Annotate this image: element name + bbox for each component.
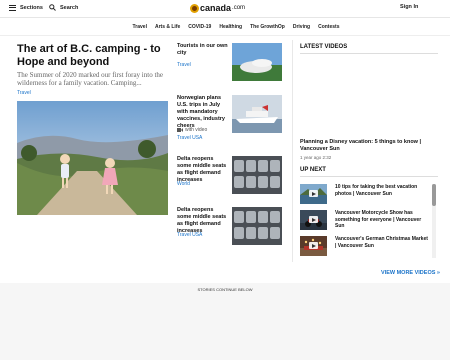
menu-icon: [9, 4, 16, 12]
sections-label: Sections: [20, 4, 43, 11]
search-label: Search: [60, 4, 79, 11]
hero-description: The Summer of 2020 marked our first fora…: [17, 71, 163, 87]
nav-item-covid-19[interactable]: COVID-19: [188, 24, 211, 30]
story-title[interactable]: Delta reopens some middle seats as fligh…: [177, 207, 229, 235]
story-thumbnail[interactable]: [232, 156, 282, 194]
video-label: with video: [185, 127, 208, 133]
logo-icon: [190, 3, 199, 13]
story-item[interactable]: Delta reopens some middle seats as fligh…: [177, 156, 287, 196]
featured-video-meta: 1 year ago 2:32: [300, 155, 332, 160]
search-icon: [49, 4, 56, 11]
up-next-item[interactable]: 10 tips for taking the best vacation pho…: [300, 184, 434, 206]
story-category-link[interactable]: World: [177, 181, 190, 187]
story-title[interactable]: Norwegian plans U.S. trips in July with …: [177, 95, 229, 130]
thumb-airplane-seats-photo: [232, 207, 282, 245]
up-next-item[interactable]: Vancouver Motorcycle Show has something …: [300, 210, 434, 232]
featured-video-title[interactable]: Planning a Disney vacation: 5 things to …: [300, 139, 438, 153]
search-button[interactable]: Search: [49, 4, 78, 11]
section-rule: [300, 53, 438, 54]
column-divider: [292, 40, 293, 262]
story-item[interactable]: Norwegian plans U.S. trips in July with …: [177, 95, 287, 145]
nav-item-contests[interactable]: Contests: [318, 24, 339, 30]
story-item[interactable]: Tourists in our own city Travel: [177, 43, 287, 83]
up-next-item[interactable]: Vancouver's German Christmas Market | Va…: [300, 236, 434, 258]
up-next-thumbnail[interactable]: [300, 210, 327, 230]
logo-domain: .com: [232, 5, 246, 11]
up-next-title[interactable]: 10 tips for taking the best vacation pho…: [335, 184, 430, 197]
hero-title[interactable]: The art of B.C. camping - to Hope and be…: [17, 43, 169, 69]
logo-text: canada: [200, 3, 232, 13]
up-next-thumbnail[interactable]: [300, 184, 327, 204]
story-title[interactable]: Delta reopens some middle seats as fligh…: [177, 156, 229, 184]
story-thumbnail[interactable]: [232, 207, 282, 245]
site-logo[interactable]: canada .com: [190, 3, 245, 13]
nav-item-arts-life[interactable]: Arts & Life: [155, 24, 180, 30]
video-camera-icon: [177, 128, 183, 132]
up-next-thumbnail[interactable]: [300, 236, 327, 256]
sign-in-button[interactable]: Sign In: [400, 4, 418, 10]
category-nav: Travel Arts & Life COVID-19 Healthing Th…: [0, 18, 450, 36]
story-title[interactable]: Tourists in our own city: [177, 43, 229, 57]
story-thumbnail[interactable]: [232, 95, 282, 133]
section-rule: [300, 176, 438, 177]
thumb-cruise-ship-photo: [232, 95, 282, 133]
story-category-link[interactable]: Travel: [177, 62, 191, 68]
up-next-heading: UP NEXT: [300, 167, 326, 173]
up-next-title[interactable]: Vancouver Motorcycle Show has something …: [335, 210, 430, 230]
thumb-airplane-seats-photo: [232, 156, 282, 194]
video-indicator: with video: [177, 127, 207, 133]
hero-image[interactable]: [17, 101, 168, 215]
hero-category-link[interactable]: Travel: [17, 90, 31, 96]
story-category-link[interactable]: Travel USA: [177, 135, 202, 141]
nav-item-growthop[interactable]: The GrowthOp: [250, 24, 285, 30]
thumb-kayaks-photo: [232, 43, 282, 81]
continue-band: [0, 283, 450, 360]
story-category-link[interactable]: Travel USA: [177, 232, 202, 238]
story-thumbnail[interactable]: [232, 43, 282, 81]
top-bar: Sections Search canada .com Sign In: [0, 0, 450, 18]
up-next-scrollbar[interactable]: [432, 184, 436, 258]
up-next-title[interactable]: Vancouver's German Christmas Market | Va…: [335, 236, 430, 249]
view-more-videos-link[interactable]: VIEW MORE VIDEOS »: [381, 270, 440, 276]
nav-item-driving[interactable]: Driving: [293, 24, 310, 30]
sections-button[interactable]: Sections: [9, 4, 43, 12]
play-icon: [309, 242, 318, 249]
latest-videos-heading: LATEST VIDEOS: [300, 44, 348, 50]
nav-item-healthing[interactable]: Healthing: [219, 24, 242, 30]
nav-item-travel[interactable]: Travel: [133, 24, 147, 30]
stories-continue-label: STORIES CONTINUE BELOW: [197, 287, 253, 292]
scrollbar-thumb[interactable]: [432, 184, 436, 206]
video-player[interactable]: [300, 56, 438, 134]
play-icon: [309, 216, 318, 223]
hero-photo-children-on-trail: [17, 101, 168, 215]
story-item[interactable]: Delta reopens some middle seats as fligh…: [177, 207, 287, 247]
play-icon: [309, 190, 318, 197]
